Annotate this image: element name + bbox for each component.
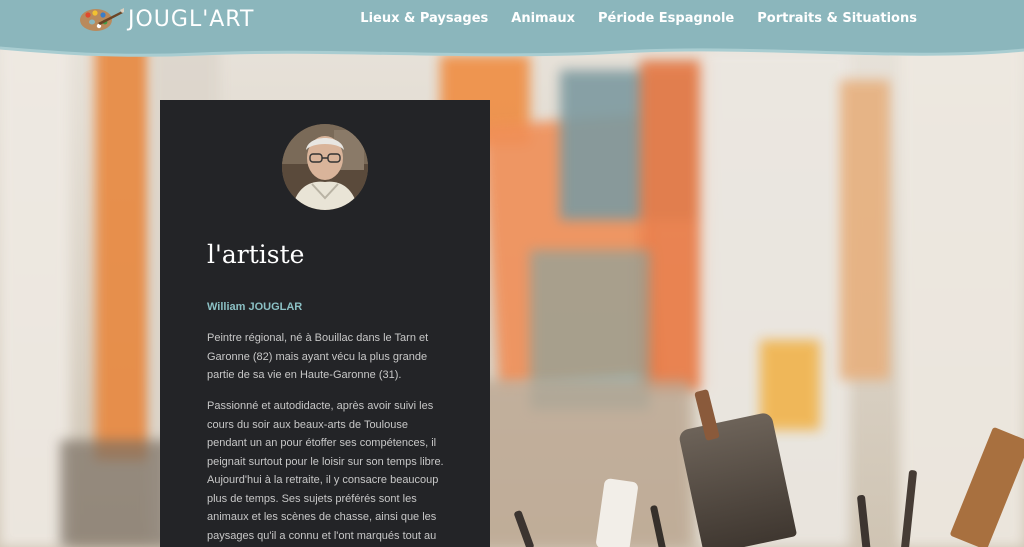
background-image: [0, 0, 1024, 547]
logo-text: JOUGL'ART: [128, 6, 255, 32]
nav-portraits-situations[interactable]: Portraits & Situations: [757, 11, 917, 26]
site-header: JOUGL'ART Lieux & Paysages Animaux Pério…: [0, 0, 1024, 40]
avatar: [282, 124, 368, 210]
artist-name: William JOUGLAR: [207, 301, 303, 313]
main-nav: Lieux & Paysages Animaux Période Espagno…: [360, 0, 917, 36]
bio-paragraph-1: Peintre régional, né à Bouillac dans le …: [207, 332, 429, 381]
header-wave: [0, 36, 1024, 57]
nav-periode-espagnole[interactable]: Période Espagnole: [598, 11, 734, 26]
nav-lieux-paysages[interactable]: Lieux & Paysages: [360, 11, 488, 26]
artist-card: l'artiste William JOUGLAR Peintre région…: [160, 100, 490, 547]
nav-animaux[interactable]: Animaux: [511, 11, 575, 26]
bio-paragraph-2: Passionné et autodidacte, après avoir su…: [207, 400, 444, 542]
site-logo[interactable]: JOUGL'ART: [78, 5, 254, 33]
palette-icon: [80, 8, 124, 31]
page-title: l'artiste: [207, 240, 305, 269]
